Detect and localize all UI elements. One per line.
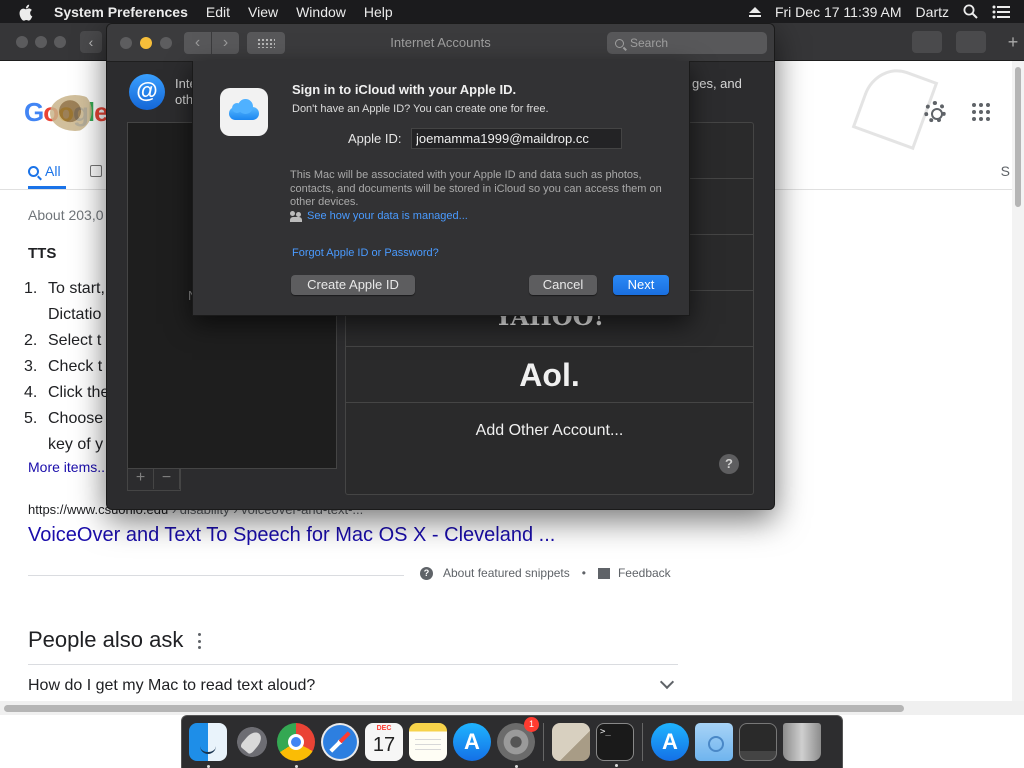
google-doodle-image[interactable] <box>50 95 100 131</box>
menu-view[interactable]: View <box>248 4 278 20</box>
question-item[interactable]: How do I get my Mac to read text aloud? <box>28 677 315 695</box>
notes-icon[interactable] <box>409 723 447 761</box>
feedback-icon <box>597 567 610 579</box>
next-button[interactable]: Next <box>613 275 669 295</box>
add-account-button[interactable]: + <box>128 469 154 489</box>
screenshot-thumbnail-icon[interactable] <box>739 723 777 761</box>
control-center-icon[interactable] <box>992 5 1010 19</box>
menubar-clock[interactable]: Fri Dec 17 11:39 AM <box>775 4 902 20</box>
snippet-footer: ? About featured snippets • Feedback <box>420 566 671 580</box>
browser-close-button[interactable] <box>16 36 28 48</box>
settings-gear-icon[interactable] <box>924 101 946 123</box>
search-field[interactable]: Search <box>607 32 767 54</box>
list-item: 1. To start, <box>24 280 105 297</box>
divider <box>28 664 678 665</box>
finder-icon[interactable] <box>189 723 227 768</box>
people-also-ask-heading: People also ask <box>28 627 184 652</box>
app-store-icon[interactable] <box>453 723 491 761</box>
apple-id-label: Apple ID: <box>348 131 402 146</box>
google-apps-icon[interactable] <box>972 103 990 121</box>
provider-aol[interactable]: Aol. <box>346 347 753 403</box>
cancel-button[interactable]: Cancel <box>529 275 597 295</box>
search-icon <box>28 165 39 177</box>
browser-tabs-icon[interactable] <box>956 31 986 53</box>
tab-all-label: All <box>45 163 61 179</box>
launchpad-icon[interactable] <box>233 723 271 761</box>
snippet-heading: TTS <box>28 245 57 262</box>
safari-icon[interactable] <box>321 723 359 761</box>
apple-menu-icon[interactable] <box>18 4 40 21</box>
terminal-icon[interactable]: >_ <box>596 723 634 767</box>
horizontal-scrollbar[interactable] <box>0 701 1024 715</box>
menu-bar: System Preferences Edit View Window Help… <box>0 0 1024 23</box>
remove-account-button[interactable]: − <box>154 469 180 489</box>
add-other-account[interactable]: Add Other Account... <box>346 403 753 459</box>
vertical-scrollbar[interactable] <box>1012 61 1024 701</box>
data-managed-link[interactable]: See how your data is managed... <box>290 210 468 222</box>
help-circle-icon: ? <box>420 566 433 580</box>
chrome-icon[interactable] <box>277 723 315 768</box>
eject-icon[interactable] <box>748 6 761 17</box>
results-count: About 203,0 <box>28 207 104 223</box>
search-icon <box>615 38 624 48</box>
sheet-title: Sign in to iCloud with your Apple ID. <box>292 82 517 97</box>
chevron-down-icon[interactable] <box>659 674 675 690</box>
create-apple-id-button[interactable]: Create Apple ID <box>291 275 415 295</box>
browser-share-icon[interactable] <box>912 31 942 53</box>
menu-edit[interactable]: Edit <box>206 4 230 20</box>
new-tab-icon[interactable]: + <box>1002 25 1024 59</box>
divider <box>28 575 404 576</box>
tab-more[interactable]: S <box>1001 163 1010 179</box>
more-options-icon[interactable] <box>198 633 202 649</box>
notification-badge: 1 <box>524 717 539 732</box>
forgot-apple-id-link[interactable]: Forgot Apple ID or Password? <box>292 247 439 259</box>
calendar-icon[interactable]: DEC 17 <box>365 723 403 761</box>
snippet-list: 1. To start, Dictatio 2. Select t 3. Check … <box>24 276 109 458</box>
tab-all[interactable]: All <box>28 163 61 179</box>
search-placeholder: Search <box>630 36 669 50</box>
feedback-link[interactable]: Feedback <box>618 566 671 580</box>
icloud-sign-in-sheet: Sign in to iCloud with your Apple ID. Do… <box>192 61 690 316</box>
menubar-user[interactable]: Dartz <box>916 4 949 20</box>
list-item: 4. Click the <box>24 384 110 401</box>
privacy-people-icon <box>290 210 303 222</box>
dock-divider <box>642 723 643 761</box>
apple-id-field[interactable] <box>411 128 622 149</box>
browser-back-icon[interactable]: ‹ <box>80 31 102 53</box>
trash-icon[interactable] <box>783 723 821 761</box>
list-item: 2. Select t <box>24 332 102 349</box>
dock-divider <box>543 723 544 761</box>
list-item: Dictatio <box>48 306 102 323</box>
result-title-link[interactable]: VoiceOver and Text To Speech for Mac OS … <box>28 524 555 547</box>
internet-accounts-at-icon: @ <box>129 74 165 110</box>
dock: DEC 17 1 >_ <box>181 715 843 768</box>
browser-zoom-button[interactable] <box>54 36 66 48</box>
menu-window[interactable]: Window <box>296 4 346 20</box>
spotlight-search-icon[interactable] <box>963 4 978 19</box>
menu-help[interactable]: Help <box>364 4 393 20</box>
tab-videos-icon[interactable] <box>90 165 102 177</box>
more-items-link[interactable]: More items... <box>28 459 109 475</box>
system-preferences-icon[interactable]: 1 <box>497 717 539 768</box>
data-managed-label: See how your data is managed... <box>307 210 468 222</box>
app-store-download-icon[interactable] <box>651 723 689 761</box>
about-snippets-link[interactable]: About featured snippets <box>443 566 570 580</box>
downloads-folder-icon[interactable] <box>695 723 733 761</box>
window-titlebar: ‹ › Internet Accounts Search <box>107 24 774 62</box>
sheet-subtitle: Don't have an Apple ID? You can create o… <box>292 103 549 115</box>
browser-minimize-button[interactable] <box>35 36 47 48</box>
help-button[interactable]: ? <box>719 454 739 474</box>
calculator-icon[interactable] <box>552 723 590 761</box>
list-item: 5. Choose <box>24 410 104 427</box>
icloud-icon <box>220 88 268 136</box>
list-item: 3. Check t <box>24 358 103 375</box>
sheet-info-text: This Mac will be associated with your Ap… <box>290 169 662 208</box>
menu-app-name[interactable]: System Preferences <box>54 4 188 20</box>
list-item: key of y <box>48 436 104 453</box>
list-controls: + − <box>127 469 181 491</box>
pane-description-end: ges, and <box>692 76 742 91</box>
